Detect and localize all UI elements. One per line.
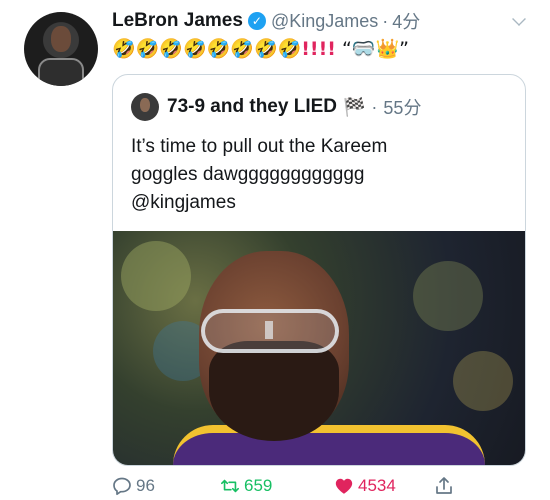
photo-background-blur bbox=[453, 351, 513, 411]
quoted-tweet-card[interactable]: 73-9 and they LIED 🏁 · 55分 It’s time to … bbox=[112, 74, 526, 466]
retweet-count: 659 bbox=[244, 476, 273, 495]
quoted-tweet-text: It’s time to pull out the Kareem goggles… bbox=[131, 133, 511, 217]
tweet-exclamations: !!!! bbox=[301, 38, 336, 60]
avatar-jersey-shape bbox=[38, 58, 84, 86]
reply-button[interactable]: 96 bbox=[112, 476, 155, 496]
retweet-icon bbox=[220, 476, 240, 496]
photo-background-blur bbox=[413, 261, 483, 331]
photo-player-beard bbox=[209, 341, 339, 441]
quoted-separator-dot: · bbox=[371, 96, 378, 117]
author-avatar[interactable] bbox=[24, 12, 98, 86]
tweet-timestamp[interactable]: 4分 bbox=[392, 8, 420, 34]
quoted-author-name: 73-9 and they LIED bbox=[167, 96, 337, 117]
like-count: 4534 bbox=[358, 476, 396, 495]
photo-background-blur bbox=[121, 241, 191, 311]
avatar-head-shape bbox=[51, 26, 71, 52]
retweet-button[interactable]: 659 bbox=[220, 476, 272, 496]
heart-icon bbox=[334, 476, 354, 496]
photo-goggles bbox=[201, 309, 339, 353]
author-name[interactable]: LeBron James bbox=[112, 10, 243, 32]
quoted-author-avatar bbox=[131, 93, 159, 121]
tweet-emojis: 🤣🤣🤣🤣🤣🤣🤣🤣 bbox=[112, 38, 302, 60]
reply-count: 96 bbox=[136, 476, 155, 495]
photo-jersey bbox=[173, 425, 485, 465]
author-handle[interactable]: @KingJames bbox=[271, 11, 378, 32]
quoted-mention-link[interactable]: @kingjames bbox=[131, 189, 511, 217]
tweet-header: LeBron James ✓ @KingJames · 4分 bbox=[112, 8, 530, 34]
chevron-down-icon[interactable] bbox=[512, 12, 526, 26]
share-button[interactable] bbox=[434, 476, 454, 496]
quoted-text-line: goggles dawgggggggggggg bbox=[131, 164, 365, 185]
share-icon bbox=[434, 476, 454, 496]
tweet-text: 🤣🤣🤣🤣🤣🤣🤣🤣!!!! “🥽👑” bbox=[112, 36, 409, 62]
quoted-text-line: It’s time to pull out the Kareem bbox=[131, 136, 388, 157]
verified-badge-icon: ✓ bbox=[247, 12, 266, 30]
reply-icon bbox=[112, 476, 132, 496]
checkered-flag-icon: 🏁 bbox=[343, 96, 366, 118]
quoted-timestamp: 55分 bbox=[383, 98, 422, 118]
quoted-tweet-header: 73-9 and they LIED 🏁 · 55分 bbox=[131, 93, 421, 121]
like-button[interactable]: 4534 bbox=[334, 476, 396, 496]
tweet-quote-emojis: “🥽👑” bbox=[335, 38, 409, 60]
quoted-tweet-photo[interactable] bbox=[113, 231, 525, 465]
separator-dot: · bbox=[382, 10, 389, 31]
tweet-action-bar: 96 659 4534 bbox=[112, 474, 526, 498]
